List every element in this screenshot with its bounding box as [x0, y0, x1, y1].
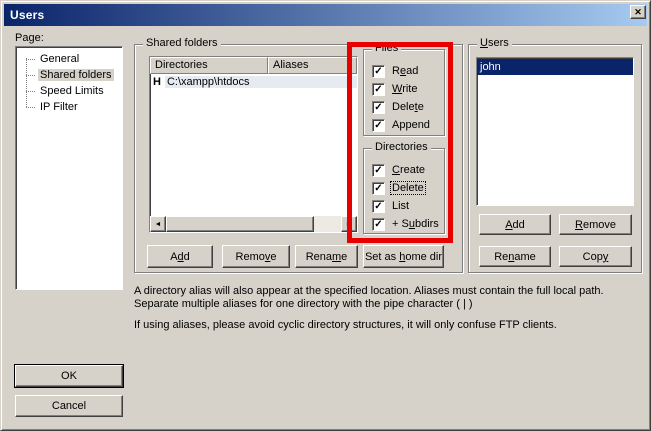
close-button[interactable]: ✕ [630, 5, 646, 19]
window-title: Users [10, 8, 44, 22]
folders-remove-button[interactable]: Remove [222, 245, 290, 268]
checkbox-list[interactable]: ✓ List [364, 197, 444, 215]
checkbox-append[interactable]: ✓ Append [364, 116, 444, 134]
list-rows: H C:\xampp\htdocs [150, 74, 357, 216]
scroll-right-button[interactable]: ► [341, 216, 357, 232]
checkbox-checked-icon: ✓ [372, 65, 385, 78]
checkbox-checked-icon: ✓ [372, 101, 385, 114]
tree-stub [26, 75, 35, 76]
page-item-speed-limits[interactable]: Speed Limits [16, 83, 122, 99]
page-item-ip-filter[interactable]: IP Filter [16, 99, 122, 115]
alias-notes: A directory alias will also appear at th… [134, 285, 640, 340]
directory-path: C:\xampp\htdocs [165, 76, 357, 88]
title-bar: Users [4, 4, 647, 26]
column-header-directories[interactable]: Directories [150, 57, 268, 74]
checkbox-checked-icon: ✓ [372, 164, 385, 177]
checkbox-read[interactable]: ✓ Read [364, 62, 444, 80]
page-label: Page: [15, 32, 44, 44]
tree-stub [26, 91, 35, 92]
users-remove-button[interactable]: Remove [559, 214, 632, 235]
users-rename-button[interactable]: Rename [479, 246, 551, 267]
checkbox-checked-icon: ✓ [372, 200, 385, 213]
users-add-button[interactable]: Add [479, 214, 551, 235]
scroll-left-button[interactable]: ◄ [150, 216, 166, 232]
page-list: General Shared folders Speed Limits IP F… [15, 46, 123, 290]
files-group-label: Files [372, 42, 401, 54]
users-group-label: Users [477, 37, 512, 49]
users-list: john [476, 57, 634, 206]
folders-rename-button[interactable]: Rename [295, 245, 358, 268]
page-item-shared-folders[interactable]: Shared folders [16, 67, 122, 83]
ok-button[interactable]: OK [15, 365, 123, 387]
folders-add-button[interactable]: Add [147, 245, 213, 268]
scroll-right-icon: ► [346, 221, 353, 228]
users-copy-button[interactable]: Copy [559, 246, 632, 267]
directories-list: Directories Aliases H C:\xampp\htdocs ◄ … [149, 56, 358, 233]
shared-folders-group-label: Shared folders [143, 37, 221, 49]
checkbox-checked-icon: ✓ [372, 119, 385, 132]
scrollbar-thumb[interactable] [166, 216, 314, 232]
horizontal-scrollbar[interactable]: ◄ ► [150, 216, 357, 232]
checkbox-delete-files[interactable]: ✓ Delete [364, 98, 444, 116]
checkbox-checked-icon: ✓ [372, 218, 385, 231]
page-item-general[interactable]: General [16, 51, 122, 67]
alias-note-2: If using aliases, please avoid cyclic di… [134, 319, 640, 332]
users-dialog: Users ✕ Page: General Shared folders Spe… [0, 0, 651, 431]
scrollbar-track[interactable] [314, 216, 341, 232]
list-header: Directories Aliases [150, 57, 357, 74]
user-row-john[interactable]: john [477, 59, 633, 75]
home-marker: H [153, 76, 161, 88]
directory-row[interactable]: H C:\xampp\htdocs [150, 74, 357, 89]
column-header-aliases[interactable]: Aliases [268, 57, 357, 74]
tree-line [26, 58, 27, 107]
close-icon: ✕ [634, 7, 642, 17]
scroll-left-icon: ◄ [155, 221, 162, 228]
alias-note-1: A directory alias will also appear at th… [134, 285, 640, 311]
checkbox-delete-dirs[interactable]: ✓ Delete [364, 179, 444, 197]
checkbox-checked-icon: ✓ [372, 182, 385, 195]
tree-stub [26, 59, 35, 60]
set-as-home-dir-button[interactable]: Set as home dir [363, 245, 444, 268]
tree-stub [26, 107, 35, 108]
checkbox-create[interactable]: ✓ Create [364, 161, 444, 179]
directories-permissions-group: Directories ✓ Create ✓ Delete ✓ List ✓ +… [363, 148, 445, 234]
checkbox-write[interactable]: ✓ Write [364, 80, 444, 98]
directories-group-label: Directories [372, 141, 431, 153]
checkbox-checked-icon: ✓ [372, 83, 385, 96]
files-permissions-group: Files ✓ Read ✓ Write ✓ Delete ✓ Append [363, 49, 445, 136]
cancel-button[interactable]: Cancel [15, 395, 123, 417]
checkbox-subdirs[interactable]: ✓ + Subdirs [364, 215, 444, 233]
